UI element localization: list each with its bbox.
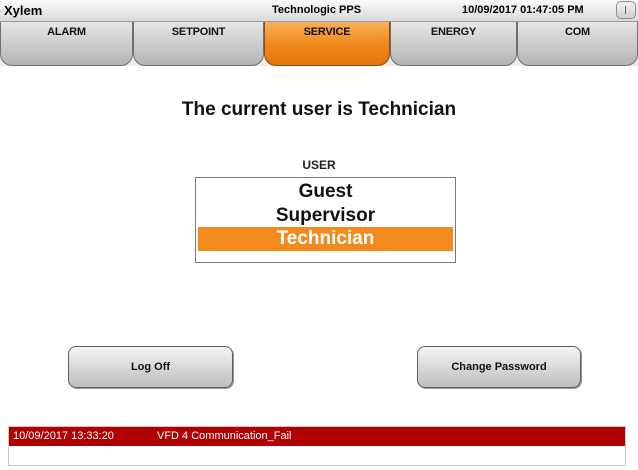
tab-com[interactable]: COM xyxy=(517,22,638,66)
tab-service[interactable]: SERVICE xyxy=(264,22,390,66)
tab-setpoint[interactable]: SETPOINT xyxy=(133,22,264,66)
user-list[interactable]: Guest Supervisor Technician xyxy=(195,177,456,263)
change-password-button[interactable]: Change Password xyxy=(417,346,581,388)
tab-label: COM xyxy=(564,26,591,38)
title-bar: Xylem Technologic PPS 10/09/2017 01:47:0… xyxy=(0,0,638,22)
tab-label: ENERGY xyxy=(430,26,477,38)
user-option-technician[interactable]: Technician xyxy=(198,227,453,251)
alarm-banner[interactable]: 10/09/2017 13:33:20 VFD 4 Communication_… xyxy=(8,426,626,466)
tab-bar: ALARM SETPOINT SERVICE ENERGY COM xyxy=(0,22,638,66)
tab-label: SERVICE xyxy=(303,26,351,38)
current-user-heading: The current user is Technician xyxy=(181,99,457,120)
alarm-message: VFD 4 Communication_Fail xyxy=(157,430,292,442)
tab-energy[interactable]: ENERGY xyxy=(390,22,517,66)
datetime-display: 10/09/2017 01:47:05 PM xyxy=(462,4,584,16)
tab-label: ALARM xyxy=(47,26,86,38)
user-list-label: USER xyxy=(302,158,336,172)
user-option-supervisor[interactable]: Supervisor xyxy=(198,204,453,228)
user-option-guest[interactable]: Guest xyxy=(198,180,453,204)
app-name: Xylem xyxy=(4,3,43,18)
program-name: Technologic PPS xyxy=(272,4,362,16)
tab-alarm[interactable]: ALARM xyxy=(0,22,133,66)
tab-label: SETPOINT xyxy=(171,26,226,38)
alarm-row[interactable]: 10/09/2017 13:33:20 VFD 4 Communication_… xyxy=(9,427,625,446)
corner-tab-icon[interactable] xyxy=(616,1,636,19)
log-off-button[interactable]: Log Off xyxy=(68,346,233,388)
alarm-timestamp: 10/09/2017 13:33:20 xyxy=(13,430,114,442)
